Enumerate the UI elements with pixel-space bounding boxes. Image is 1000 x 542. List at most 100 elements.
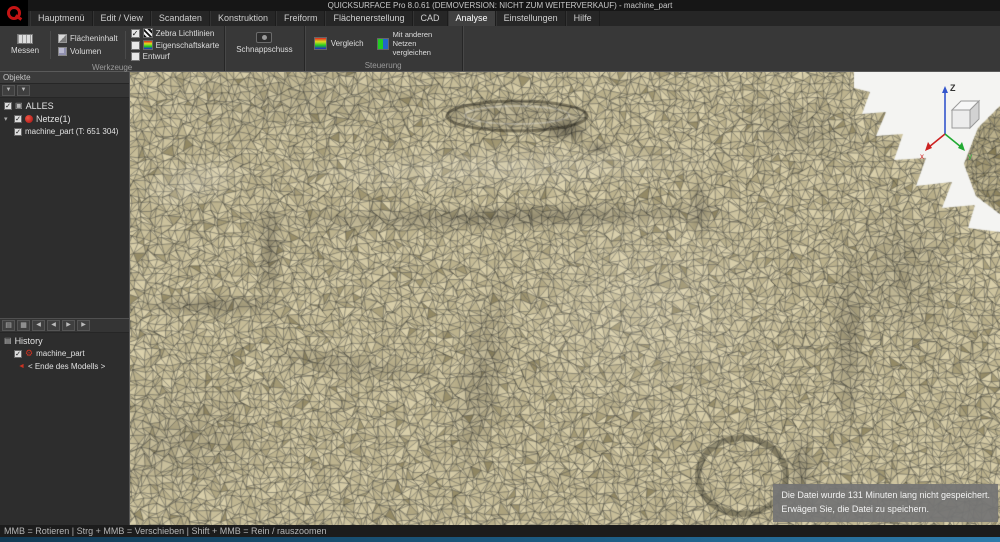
app-logo-icon[interactable] bbox=[0, 0, 28, 26]
objects-panel: Objekte ▼ ▼ ✓ ▣ ALLES ▾ ✓ Netze(1) bbox=[0, 72, 129, 318]
vergleich-mit-netzen-button[interactable]: Mit anderen Netzen vergleichen bbox=[373, 28, 457, 59]
window-title: QUICKSURFACE Pro 8.0.61 (DEMOVERSION: NI… bbox=[328, 1, 673, 10]
ribbon-separator bbox=[50, 31, 51, 59]
alles-checkbox[interactable]: ✓ bbox=[4, 102, 12, 110]
messen-label: Messen bbox=[11, 46, 39, 55]
cube-icon bbox=[58, 47, 67, 56]
netze-checkbox[interactable]: ✓ bbox=[14, 115, 22, 123]
view-cube[interactable] bbox=[952, 101, 979, 128]
gear-icon: ⚙ bbox=[25, 349, 33, 358]
filter-list-icon[interactable]: ▼ bbox=[17, 85, 30, 96]
tree-item-alles[interactable]: ✓ ▣ ALLES bbox=[0, 99, 129, 112]
tree-item-machine-part[interactable]: ✓ machine_part (T: 651 304) bbox=[0, 125, 129, 138]
ruler-icon bbox=[17, 34, 33, 44]
colormap-icon bbox=[143, 40, 153, 50]
compare-colormap-icon bbox=[314, 37, 327, 50]
group-label-steuerung: Steuerung bbox=[305, 61, 462, 71]
detail-view-icon[interactable]: ▦ bbox=[17, 320, 30, 331]
volumen-label: Volumen bbox=[70, 47, 101, 56]
group-label-empty bbox=[225, 60, 303, 71]
zebra-stripes-icon bbox=[143, 28, 153, 38]
messen-button[interactable]: Messen bbox=[5, 32, 45, 57]
netze-label: Netze(1) bbox=[36, 114, 71, 124]
filter-icon[interactable]: ▼ bbox=[2, 85, 15, 96]
history-item-machine-part[interactable]: ✓ ⚙ machine_part bbox=[0, 347, 129, 360]
ribbon-group-werkzeuge: Messen Flächeninhalt Volumen bbox=[0, 26, 225, 71]
menu-freiform[interactable]: Freiform bbox=[276, 11, 326, 26]
expander-icon[interactable]: ▾ bbox=[4, 115, 11, 123]
notification-line2: Erwägen Sie, die Datei zu speichern. bbox=[781, 503, 990, 517]
flaecheninhalt-button[interactable]: Flächeninhalt bbox=[56, 33, 120, 44]
menu-analyse[interactable]: Analyse bbox=[448, 11, 496, 26]
menubar: Hauptmenü Edit / View Scandaten Konstruk… bbox=[0, 11, 1000, 26]
navigation-cube[interactable]: Z x y bbox=[918, 76, 990, 160]
vergleich-label: Vergleich bbox=[331, 39, 364, 48]
menu-hilfe[interactable]: Hilfe bbox=[566, 11, 600, 26]
objects-panel-title: Objekte bbox=[3, 73, 31, 82]
viewport-3d[interactable]: Z x y Die Datei wurde 131 Minuten lang n… bbox=[130, 72, 1000, 525]
menu-edit-view[interactable]: Edit / View bbox=[93, 11, 151, 26]
taskbar-strip bbox=[0, 537, 1000, 542]
menu-konstruktion[interactable]: Konstruktion bbox=[210, 11, 276, 26]
volumen-button[interactable]: Volumen bbox=[56, 46, 120, 57]
history-first-icon[interactable]: ◀ bbox=[32, 320, 45, 331]
zebra-label: Zebra Lichtlinien bbox=[156, 29, 215, 38]
menu-einstellungen[interactable]: Einstellungen bbox=[496, 11, 566, 26]
history-back-icon[interactable]: ◀ bbox=[47, 320, 60, 331]
area-icon bbox=[58, 34, 67, 43]
entwurf-label: Entwurf bbox=[143, 52, 170, 61]
status-bar: MMB = Rotieren | Strg + MMB = Verschiebe… bbox=[0, 525, 1000, 537]
history-machine-part-checkbox[interactable]: ✓ bbox=[14, 350, 22, 358]
objects-toolbar: ▼ ▼ bbox=[0, 84, 129, 98]
flaecheninhalt-label: Flächeninhalt bbox=[70, 34, 118, 43]
zebra-checkbox-box[interactable]: ✓ bbox=[131, 29, 140, 38]
machine-part-label: machine_part (T: 651 304) bbox=[25, 127, 118, 136]
history-panel: ▤ ▦ ◀ ◀ ▶ ▶ ▤ History ✓ ⚙ machine_part ◄ bbox=[0, 318, 129, 525]
menu-scandaten[interactable]: Scandaten bbox=[151, 11, 210, 26]
mesh-canvas[interactable] bbox=[130, 72, 1000, 525]
objects-panel-header: Objekte bbox=[0, 72, 129, 84]
unsaved-notification: Die Datei wurde 131 Minuten lang nicht g… bbox=[773, 484, 998, 522]
titlebar: QUICKSURFACE Pro 8.0.61 (DEMOVERSION: NI… bbox=[0, 0, 1000, 11]
vergleich-mit-netzen-label: Mit anderen Netzen vergleichen bbox=[393, 30, 453, 57]
compare-meshes-icon bbox=[377, 38, 389, 50]
history-root[interactable]: ▤ History bbox=[0, 334, 129, 347]
history-title: History bbox=[15, 336, 43, 346]
history-tree: ▤ History ✓ ⚙ machine_part ◄ < Ende des … bbox=[0, 333, 129, 373]
history-machine-part-label: machine_part bbox=[36, 349, 84, 358]
menu-flaechenerstellung[interactable]: Flächenerstellung bbox=[325, 11, 412, 26]
entwurf-checkbox[interactable]: Entwurf bbox=[131, 52, 220, 61]
machine-part-checkbox[interactable]: ✓ bbox=[14, 128, 22, 136]
group-cube-icon: ▣ bbox=[15, 101, 23, 110]
history-item-model-end[interactable]: ◄ < Ende des Modells > bbox=[0, 360, 129, 373]
eigenschaftskarte-label: Eigenschaftskarte bbox=[156, 41, 220, 50]
eigenschaftskarte-checkbox-box[interactable] bbox=[131, 41, 140, 50]
app-window: QUICKSURFACE Pro 8.0.61 (DEMOVERSION: NI… bbox=[0, 0, 1000, 542]
axis-x-label: x bbox=[920, 152, 924, 160]
objects-tree: ✓ ▣ ALLES ▾ ✓ Netze(1) ✓ machine_part (T… bbox=[0, 98, 129, 138]
notification-line1: Die Datei wurde 131 Minuten lang nicht g… bbox=[781, 489, 990, 503]
mesh-node-icon bbox=[25, 115, 33, 123]
history-icon: ▤ bbox=[4, 336, 12, 345]
zebra-checkbox[interactable]: ✓ Zebra Lichtlinien bbox=[131, 28, 220, 38]
sidebar: Objekte ▼ ▼ ✓ ▣ ALLES ▾ ✓ Netze(1) bbox=[0, 72, 130, 525]
schnappschuss-button[interactable]: Schnappschuss bbox=[230, 30, 298, 56]
history-last-icon[interactable]: ▶ bbox=[77, 320, 90, 331]
history-forward-icon[interactable]: ▶ bbox=[62, 320, 75, 331]
axis-z-label: Z bbox=[950, 83, 956, 93]
entwurf-checkbox-box[interactable] bbox=[131, 52, 140, 61]
menu-hauptmenu[interactable]: Hauptmenü bbox=[30, 11, 93, 26]
tree-item-netze[interactable]: ▾ ✓ Netze(1) bbox=[0, 112, 129, 125]
ribbon-analyse: Messen Flächeninhalt Volumen bbox=[0, 26, 1000, 72]
eigenschaftskarte-checkbox[interactable]: Eigenschaftskarte bbox=[131, 40, 220, 50]
axis-y-label: y bbox=[968, 152, 972, 160]
list-view-icon[interactable]: ▤ bbox=[2, 320, 15, 331]
camera-icon bbox=[256, 32, 272, 43]
model-end-icon: ◄ bbox=[18, 363, 25, 370]
alles-label: ALLES bbox=[26, 101, 54, 111]
status-hints: MMB = Rotieren | Strg + MMB = Verschiebe… bbox=[4, 526, 327, 536]
vergleich-button[interactable]: Vergleich bbox=[310, 35, 368, 52]
menu-cad[interactable]: CAD bbox=[413, 11, 448, 26]
model-end-label: < Ende des Modells > bbox=[28, 362, 105, 371]
quicksurface-logo-icon bbox=[7, 6, 21, 20]
